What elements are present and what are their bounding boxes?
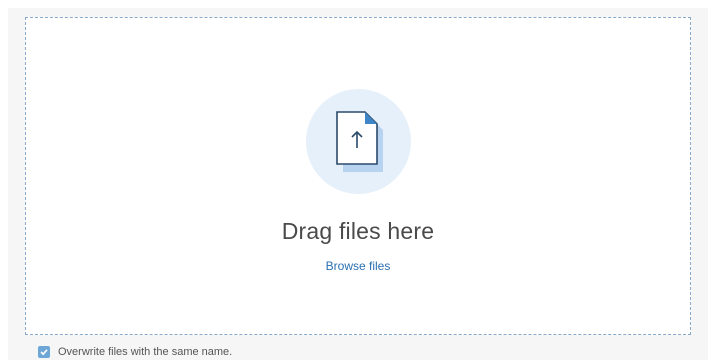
drag-files-title: Drag files here (281, 218, 435, 244)
browse-files-link[interactable]: Browse files (26, 259, 690, 273)
overwrite-label: Overwrite files with the same name. (58, 346, 233, 358)
overwrite-option[interactable]: Overwrite files with the same name. (38, 343, 232, 361)
checkmark-icon (40, 349, 48, 356)
upload-icon-circle (306, 89, 411, 194)
file-dropzone[interactable]: Drag files here Browse files (25, 17, 691, 335)
overwrite-checkbox[interactable] (38, 346, 50, 358)
file-upload-icon (336, 111, 383, 172)
